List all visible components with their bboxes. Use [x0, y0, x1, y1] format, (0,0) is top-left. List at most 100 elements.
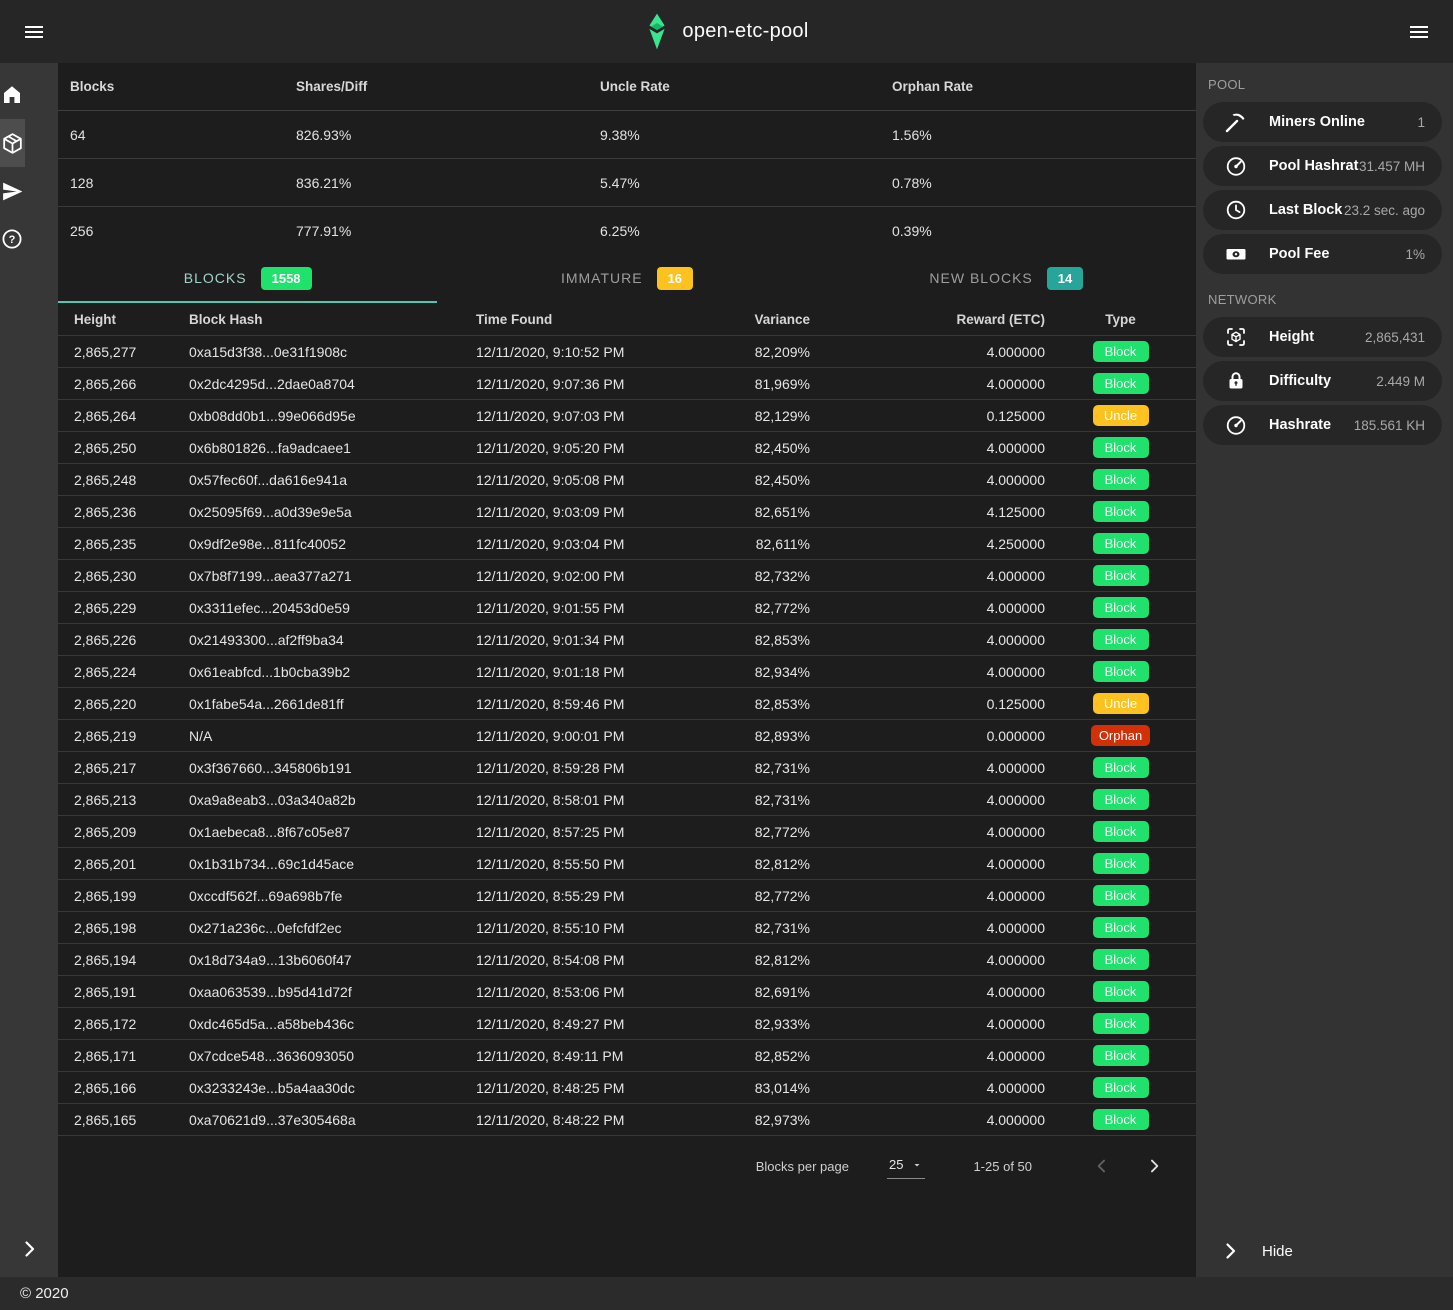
stats-row: 256777.91%6.25%0.39%: [58, 207, 1196, 255]
type-badge: Block: [1093, 661, 1149, 682]
footer: © 2020: [0, 1277, 1453, 1310]
nav-menu-button[interactable]: [16, 14, 52, 50]
tab-immature[interactable]: IMMATURE 16: [437, 255, 816, 303]
table-row: 2,865,209 0x1aebeca8...8f67c05e87 12/11/…: [58, 816, 1196, 848]
cell-variance: 82,853%: [697, 632, 810, 648]
type-badge: Block: [1093, 1109, 1149, 1130]
cell-variance: 82,611%: [697, 536, 810, 552]
cell-height: 2,865,250: [58, 440, 189, 456]
cell-variance: 82,852%: [697, 1048, 810, 1064]
svg-text:?: ?: [9, 234, 16, 246]
sidebar-expand-button[interactable]: [0, 1221, 58, 1277]
cell-type: Block: [1045, 981, 1196, 1002]
panel-stat-difficulty: Difficulty 2.449 M: [1203, 361, 1442, 401]
stats-cell: 64: [70, 127, 296, 143]
cell-hash: 0x271a236c...0efcfdf2ec: [189, 920, 476, 936]
right-panel-sections: POOL Miners Online 1 Pool Hashrate 31.45…: [1196, 63, 1453, 449]
right-panel-spacer: [1196, 449, 1453, 1225]
per-page-select[interactable]: 25: [887, 1153, 925, 1179]
table-row: 2,865,230 0x7b8f7199...aea377a271 12/11/…: [58, 560, 1196, 592]
panel-stat-label: Pool Hashrate: [1269, 158, 1359, 174]
cell-hash: 0x3311efec...20453d0e59: [189, 600, 476, 616]
cell-variance: 82,934%: [697, 664, 810, 680]
main-content: BlocksShares/DiffUncle RateOrphan Rate64…: [58, 63, 1196, 1277]
cell-type: Block: [1045, 533, 1196, 554]
previous-page-button[interactable]: [1084, 1148, 1120, 1184]
panel-menu-button[interactable]: [1401, 14, 1437, 50]
col-type: Type: [1045, 312, 1196, 327]
cell-reward: 4.000000: [810, 824, 1045, 840]
cell-hash: 0xaa063539...b95d41d72f: [189, 984, 476, 1000]
cell-type: Block: [1045, 597, 1196, 618]
type-badge: Block: [1093, 821, 1149, 842]
cell-reward: 4.000000: [810, 376, 1045, 392]
cell-type: Block: [1045, 789, 1196, 810]
cell-reward: 4.000000: [810, 1016, 1045, 1032]
cell-time: 12/11/2020, 9:03:09 PM: [476, 504, 697, 520]
tab-label: IMMATURE: [561, 270, 643, 286]
cell-reward: 4.000000: [810, 472, 1045, 488]
tab-new-blocks[interactable]: NEW BLOCKS 14: [817, 255, 1196, 303]
cell-time: 12/11/2020, 9:10:52 PM: [476, 344, 697, 360]
cell-reward: 4.000000: [810, 632, 1045, 648]
cell-variance: 82,450%: [697, 472, 810, 488]
type-badge: Orphan: [1091, 725, 1150, 746]
cell-reward: 4.000000: [810, 920, 1045, 936]
cell-height: 2,865,165: [58, 1112, 189, 1128]
cell-type: Block: [1045, 917, 1196, 938]
cell-type: Block: [1045, 853, 1196, 874]
banknote-icon: [1224, 242, 1248, 266]
cell-height: 2,865,277: [58, 344, 189, 360]
cell-reward: 0.125000: [810, 408, 1045, 424]
cell-hash: 0x7b8f7199...aea377a271: [189, 568, 476, 584]
cell-type: Uncle: [1045, 693, 1196, 714]
col-hash: Block Hash: [189, 312, 476, 327]
cell-hash: 0xdc465d5a...a58beb436c: [189, 1016, 476, 1032]
table-row: 2,865,229 0x3311efec...20453d0e59 12/11/…: [58, 592, 1196, 624]
table-row: 2,865,191 0xaa063539...b95d41d72f 12/11/…: [58, 976, 1196, 1008]
topbar: open-etc-pool: [0, 0, 1453, 63]
stats-cell: 1.56%: [892, 127, 1196, 143]
sidebar-item-payments[interactable]: [0, 167, 25, 215]
tab-blocks[interactable]: BLOCKS 1558: [58, 255, 437, 303]
table-row: 2,865,165 0xa70621d9...37e305468a 12/11/…: [58, 1104, 1196, 1136]
table-row: 2,865,250 0x6b801826...fa9adcaee1 12/11/…: [58, 432, 1196, 464]
panel-stat-value: 1%: [1405, 247, 1442, 262]
table-row: 2,865,266 0x2dc4295d...2dae0a8704 12/11/…: [58, 368, 1196, 400]
sidebar-item-help[interactable]: ?: [0, 215, 24, 263]
stats-cell: 826.93%: [296, 127, 600, 143]
cell-height: 2,865,199: [58, 888, 189, 904]
panel-stat-label: Miners Online: [1269, 114, 1417, 130]
table-row: 2,865,277 0xa15d3f38...0e31f1908c 12/11/…: [58, 336, 1196, 368]
stats-header-cell: Shares/Diff: [296, 79, 600, 94]
left-nav-spacer: [0, 263, 58, 1221]
cell-type: Block: [1045, 469, 1196, 490]
speedometer-icon: [1224, 413, 1248, 437]
cell-height: 2,865,213: [58, 792, 189, 808]
cell-type: Block: [1045, 821, 1196, 842]
lock-icon: [1224, 369, 1248, 393]
cell-variance: 82,129%: [697, 408, 810, 424]
cell-type: Block: [1045, 629, 1196, 650]
type-badge: Block: [1093, 789, 1149, 810]
type-badge: Uncle: [1093, 405, 1149, 426]
cell-reward: 4.000000: [810, 1112, 1045, 1128]
panel-section-title: NETWORK: [1196, 278, 1453, 317]
chevron-right-icon: [1144, 1156, 1164, 1176]
stats-row: 128836.21%5.47%0.78%: [58, 159, 1196, 207]
hide-panel-button[interactable]: Hide: [1196, 1225, 1453, 1277]
cell-height: 2,865,198: [58, 920, 189, 936]
cell-type: Block: [1045, 1013, 1196, 1034]
sidebar-item-home[interactable]: [0, 71, 24, 119]
panel-stat-value: 2,865,431: [1365, 330, 1442, 345]
cell-variance: 82,893%: [697, 728, 810, 744]
page-range-label: 1-25 of 50: [973, 1159, 1032, 1174]
cell-type: Block: [1045, 437, 1196, 458]
cell-type: Block: [1045, 1109, 1196, 1130]
type-badge: Block: [1093, 437, 1149, 458]
cell-hash: 0x18d734a9...13b6060f47: [189, 952, 476, 968]
sidebar-item-blocks[interactable]: [0, 119, 25, 167]
tabs-bar: BLOCKS 1558 IMMATURE 16 NEW BLOCKS 14: [58, 255, 1196, 303]
next-page-button[interactable]: [1136, 1148, 1172, 1184]
cell-time: 12/11/2020, 9:07:36 PM: [476, 376, 697, 392]
